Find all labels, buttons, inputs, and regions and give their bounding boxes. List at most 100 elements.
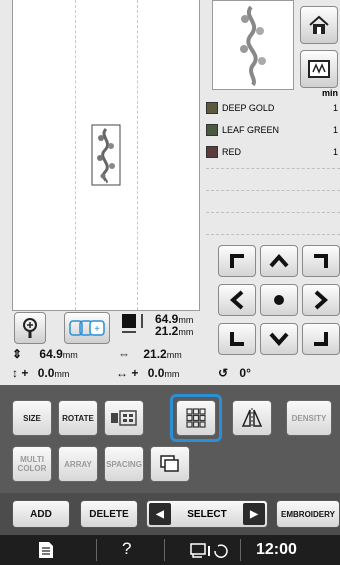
thread-row-leaf-green[interactable]: LEAF GREEN 1 <box>206 120 340 140</box>
pattern-height-value: 21.2 <box>155 324 179 338</box>
divider <box>206 234 340 235</box>
zoom-button[interactable] <box>14 312 46 344</box>
pattern-preview <box>212 0 294 90</box>
move-down-left-button[interactable] <box>218 323 256 355</box>
mirror-button[interactable] <box>232 400 272 436</box>
svg-text:+: + <box>94 324 100 335</box>
help-button[interactable]: ? <box>122 539 131 559</box>
height-dimension: ⇕ 64.9mm <box>12 347 78 361</box>
add-button[interactable]: ADD <box>12 500 70 528</box>
chevron-right-icon <box>314 290 328 310</box>
unit-label: mm <box>164 369 180 379</box>
select-prev-button[interactable]: ◀ <box>149 503 171 525</box>
spacing-button[interactable]: SPACING <box>104 446 144 482</box>
rotation-angle: ↺ 0° <box>218 366 251 380</box>
rotate-icon: ↺ <box>218 366 229 380</box>
chevron-down-icon <box>269 332 289 346</box>
divider <box>206 212 340 213</box>
thread-name: RED <box>222 147 242 157</box>
border-icon <box>111 410 137 426</box>
thread-name: LEAF GREEN <box>222 125 280 135</box>
move-up-button[interactable] <box>260 245 298 277</box>
density-button[interactable]: DENSITY <box>286 400 332 436</box>
thread-swatch <box>206 146 218 158</box>
unit-label: mm <box>54 369 70 379</box>
time-header: min <box>321 88 338 98</box>
thread-name: DEEP GOLD <box>222 103 275 113</box>
divider <box>206 190 340 191</box>
preview-pattern <box>240 5 266 87</box>
vertical-move-icon: ↕ <box>12 366 18 380</box>
hoop-icon <box>308 60 330 78</box>
move-right-button[interactable] <box>302 284 340 316</box>
mirror-icon <box>241 408 263 428</box>
x-offset-value: 0.0 <box>147 366 165 380</box>
embroidery-pattern[interactable] <box>91 124 121 186</box>
angle-value: 0° <box>239 366 251 380</box>
copy-icon <box>160 455 179 472</box>
thread-time: 1 <box>332 103 338 113</box>
horizontal-move-icon: ↔ <box>116 366 128 380</box>
thread-color-list: min DEEP GOLD 1 LEAF GREEN 1 RED 1 <box>206 88 340 238</box>
scroll-view-button[interactable]: + <box>64 312 110 344</box>
home-icon <box>309 15 329 34</box>
vertical-offset: ↕ + 0.0mm <box>12 366 69 380</box>
move-down-button[interactable] <box>260 323 298 355</box>
move-up-right-button[interactable] <box>302 245 340 277</box>
chevron-up-icon <box>269 254 289 268</box>
mirror-image-button[interactable] <box>104 400 144 436</box>
x-sign: + <box>131 366 139 380</box>
size-icon <box>122 314 143 333</box>
thread-row-deep-gold[interactable]: DEEP GOLD 1 <box>206 98 340 118</box>
thread-time: 1 <box>332 125 338 135</box>
thread-swatch <box>206 124 218 136</box>
center-dot-icon <box>274 295 284 305</box>
corner-down-left-icon <box>230 332 244 346</box>
canvas-guide-left <box>75 0 76 310</box>
duplicate-button[interactable] <box>150 446 190 482</box>
thread-swatch <box>206 102 218 114</box>
chevron-left-icon <box>230 290 244 310</box>
width-value: 21.2 <box>143 347 167 361</box>
embroidery-edit-button[interactable] <box>300 50 338 88</box>
rotate-button[interactable]: ROTATE <box>58 400 98 436</box>
unit-label: mm <box>166 350 182 360</box>
size-button[interactable]: SIZE <box>12 400 52 436</box>
corner-up-right-icon <box>314 254 328 268</box>
array-grid-button[interactable] <box>176 400 216 436</box>
move-left-button[interactable] <box>218 284 256 316</box>
multi-color-button[interactable]: MULTI COLOR <box>12 446 52 482</box>
embroidery-button[interactable]: EMBROIDERY <box>276 500 340 528</box>
corner-up-left-icon <box>230 254 244 268</box>
unit-label: mm <box>62 350 78 360</box>
machine-settings-icon[interactable] <box>190 542 230 558</box>
select-control: ◀ SELECT ▶ <box>146 500 268 528</box>
document-icon[interactable] <box>38 541 54 559</box>
y-sign: + <box>21 366 29 380</box>
select-label: SELECT <box>187 508 227 520</box>
corner-down-right-icon <box>314 332 328 346</box>
delete-button[interactable]: DELETE <box>80 500 138 528</box>
thread-row-red[interactable]: RED 1 <box>206 142 340 162</box>
y-offset-value: 0.0 <box>37 366 55 380</box>
divider <box>206 168 340 169</box>
zoom-view-icon: + <box>69 320 105 336</box>
status-separator <box>240 539 241 561</box>
horizontal-offset: ↔ + 0.0mm <box>116 366 179 380</box>
home-button[interactable] <box>300 6 338 44</box>
status-separator <box>96 539 97 561</box>
width-dimension: ⇔ 21.2mm <box>118 347 182 361</box>
array-button[interactable]: ARRAY <box>58 446 98 482</box>
clock: 12:00 <box>256 541 297 558</box>
status-bar: ? 12:00 <box>0 535 340 565</box>
center-button[interactable] <box>260 284 298 316</box>
embroidery-canvas[interactable] <box>12 0 200 311</box>
thread-time: 1 <box>332 147 338 157</box>
move-down-right-button[interactable] <box>302 323 340 355</box>
pattern-height-info: 21.2mm <box>155 324 193 338</box>
select-next-button[interactable]: ▶ <box>242 503 265 525</box>
move-up-left-button[interactable] <box>218 245 256 277</box>
status-separator <box>164 539 165 561</box>
height-value: 64.9 <box>39 347 63 361</box>
canvas-guide-right <box>137 0 138 310</box>
